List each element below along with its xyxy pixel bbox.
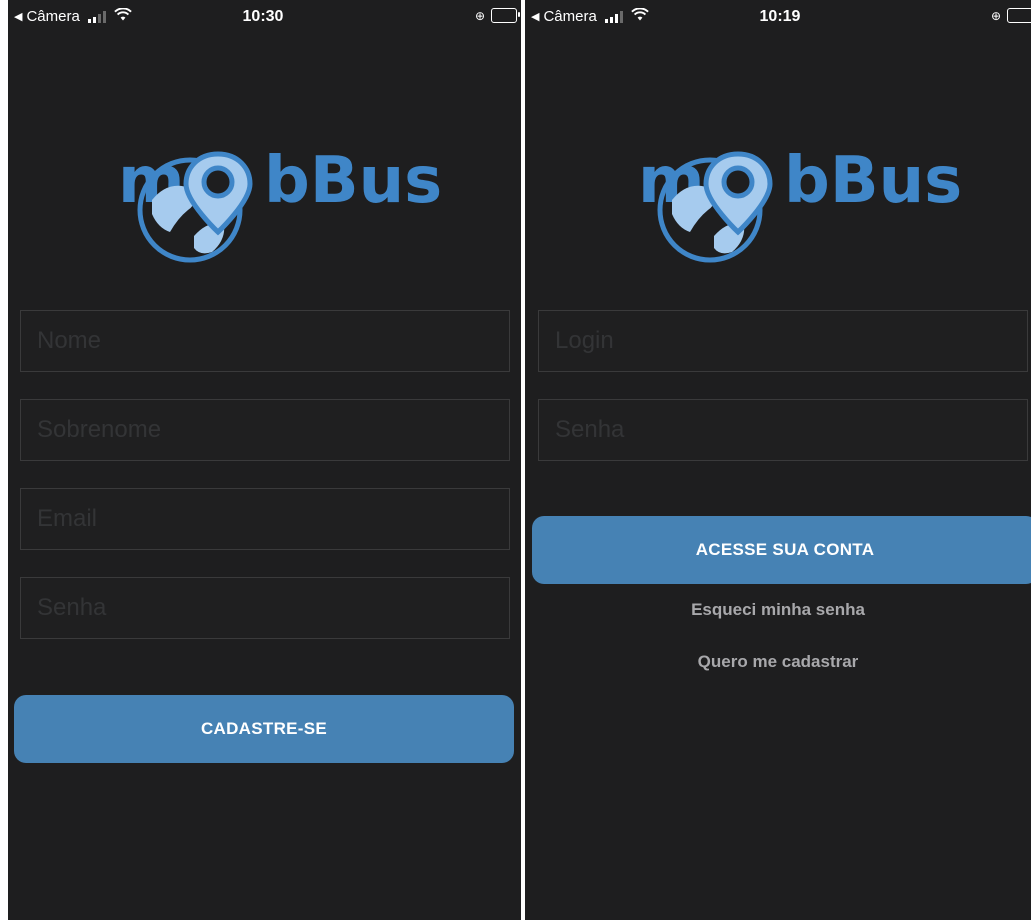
forgot-password-link[interactable]: Esqueci minha senha [525,600,1031,620]
signal-icon [604,10,623,23]
battery-icon [1007,8,1031,23]
email-field[interactable] [20,488,510,550]
status-time: 10:30 [242,8,284,25]
back-to-app[interactable]: ◀ Câmera [531,7,649,25]
password-field[interactable] [538,399,1028,461]
status-right: ⊕ [991,8,1031,23]
status-bar: ◀ Câmera 10:19 ⊕ [525,0,1031,40]
back-triangle-icon: ◀ [531,11,540,23]
back-app-label: Câmera [543,8,597,25]
status-bar: ◀ Câmera 10:30 ⊕ [8,0,521,40]
wifi-icon [114,7,132,25]
status-right: ⊕ [474,8,520,23]
status-time: 10:19 [759,8,801,25]
signal-icon [87,10,106,23]
signup-screen: ◀ Câmera 10:30 ⊕ m bBus Nome Sobrenome E… [8,0,521,920]
login-input[interactable] [539,311,1027,371]
svg-text:bBus: bBus [784,144,962,218]
svg-text:bBus: bBus [264,144,442,218]
signup-button[interactable]: CADASTRE-SE [14,695,514,763]
surname-input[interactable] [21,400,509,460]
name-field[interactable] [20,310,510,372]
email-input[interactable] [21,489,509,549]
back-app-label: Câmera [26,8,80,25]
orientation-lock-icon: ⊕ [474,8,485,23]
password-input[interactable] [539,400,1027,460]
password-input[interactable] [21,578,509,638]
register-link[interactable]: Quero me cadastrar [525,652,1031,672]
password-field[interactable] [20,577,510,639]
mobbus-logo: m bBus [118,144,442,263]
wifi-icon [631,7,649,25]
signup-button-label: CADASTRE-SE [200,719,328,738]
surname-field[interactable] [20,399,510,461]
login-screen: ◀ Câmera 10:19 ⊕ m bBus Login ACESSE SUA… [525,0,1031,920]
mobbus-logo: m bBus [638,144,962,263]
login-button[interactable]: ACESSE SUA CONTA [532,516,1031,584]
login-field[interactable] [538,310,1028,372]
battery-icon [491,8,520,23]
orientation-lock-icon: ⊕ [990,8,1001,23]
login-button-label: ACESSE SUA CONTA [695,540,875,559]
back-triangle-icon: ◀ [14,11,23,23]
back-to-app[interactable]: ◀ Câmera [14,7,132,25]
name-input[interactable] [21,311,509,371]
